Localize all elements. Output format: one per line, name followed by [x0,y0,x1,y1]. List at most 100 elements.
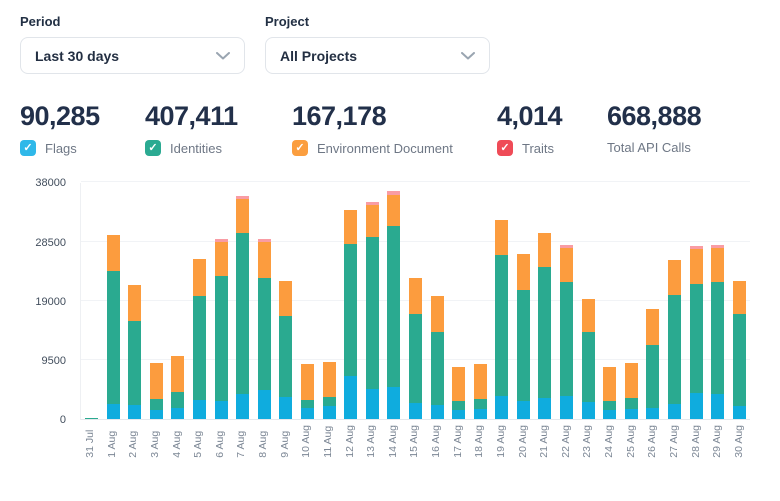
stat-traits: 4,014 ✓ Traits [497,102,607,156]
x-tick-label: 16 Aug [430,425,443,458]
bar-segment-flags [517,401,530,420]
bar-segment-environment-document [582,299,595,332]
usage-dashboard: Period Last 30 days Project All Projects… [0,0,780,458]
bar-24-aug[interactable] [603,367,616,420]
bar-segment-identities [538,267,551,397]
bar-1-aug[interactable] [107,235,120,419]
x-tick-label: 17 Aug [452,425,465,458]
bar-segment-identities [387,226,400,388]
bar-segment-flags [344,376,357,419]
bar-segment-environment-document [517,254,530,289]
bar-segment-flags [323,406,336,420]
bar-segment-flags [431,405,444,419]
bar-13-aug[interactable] [366,202,379,420]
bar-5-aug[interactable] [193,259,206,419]
x-tick-label: 8 Aug [257,425,270,458]
project-label: Project [265,14,490,29]
bar-19-aug[interactable] [495,220,508,419]
chevron-down-icon [461,52,475,60]
bar-segment-identities [215,276,228,401]
bar-segment-identities [85,418,98,419]
environment-document-legend: ✓ Environment Document [292,140,497,156]
bar-segment-identities [560,282,573,397]
bar-segment-environment-document [323,362,336,398]
bar-segment-flags [690,393,703,420]
bar-segment-identities [582,332,595,402]
bar-28-aug[interactable] [690,246,703,420]
bar-10-aug[interactable] [301,364,314,419]
bar-segment-environment-document [215,242,228,276]
bar-segment-environment-document [150,363,163,399]
environment-document-checkbox[interactable]: ✓ [292,140,308,156]
bar-15-aug[interactable] [409,278,422,419]
stat-total-api-calls: 668,888 Total API Calls [607,102,701,156]
bar-16-aug[interactable] [431,296,444,419]
bar-18-aug[interactable] [474,364,487,419]
x-tick-label: 12 Aug [344,425,357,458]
bar-26-aug[interactable] [646,309,659,419]
bar-segment-identities [323,397,336,405]
bar-segment-identities [171,392,184,407]
bar-7-aug[interactable] [236,196,249,420]
x-tick-label: 27 Aug [668,425,681,458]
bar-segment-flags [474,409,487,419]
bar-25-aug[interactable] [625,363,638,420]
bar-2-aug[interactable] [128,285,141,419]
bar-segment-environment-document [495,220,508,255]
bar-segment-environment-document [603,367,616,402]
bar-11-aug[interactable] [323,362,336,420]
bar-22-aug[interactable] [560,245,573,419]
x-tick-label: 4 Aug [171,425,184,458]
period-select[interactable]: Last 30 days [20,37,245,74]
bar-29-aug[interactable] [711,245,724,419]
x-tick-label: 29 Aug [711,425,724,458]
flags-legend: ✓ Flags [20,140,145,156]
chevron-down-icon [216,52,230,60]
x-tick-label: 15 Aug [408,425,421,458]
bar-31-jul[interactable] [85,418,98,419]
bar-segment-identities [193,296,206,400]
x-tick-label: 21 Aug [538,425,551,458]
x-axis: 31 Jul1 Aug2 Aug3 Aug4 Aug5 Aug6 Aug7 Au… [80,425,750,458]
bar-17-aug[interactable] [452,367,465,420]
traits-checkbox[interactable]: ✓ [497,140,513,156]
y-axis: 09500190002850038000 [20,183,72,420]
x-tick-label: 13 Aug [365,425,378,458]
x-tick-label: 19 Aug [495,425,508,458]
identities-checkbox[interactable]: ✓ [145,140,161,156]
bar-segment-flags [733,406,746,420]
bar-segment-identities [236,233,249,395]
bar-segment-environment-document [625,363,638,398]
bar-segment-identities [495,255,508,396]
traits-label: Traits [522,141,554,156]
bar-segment-environment-document [431,296,444,332]
bar-12-aug[interactable] [344,210,357,419]
bar-segment-environment-document [538,233,551,268]
bar-8-aug[interactable] [258,239,271,419]
identities-label: Identities [170,141,222,156]
bar-21-aug[interactable] [538,233,551,420]
bar-9-aug[interactable] [279,281,292,419]
project-select[interactable]: All Projects [265,37,490,74]
x-tick-label: 23 Aug [581,425,594,458]
bar-23-aug[interactable] [582,299,595,419]
y-tick-label: 38000 [20,176,66,190]
bar-14-aug[interactable] [387,191,400,419]
bar-segment-environment-document [107,235,120,271]
bar-27-aug[interactable] [668,260,681,419]
stat-environment-document: 167,178 ✓ Environment Document [292,102,497,156]
x-tick-label: 14 Aug [387,425,400,458]
bar-segment-flags [582,402,595,419]
bar-segment-flags [236,394,249,419]
bar-3-aug[interactable] [150,363,163,419]
bar-30-aug[interactable] [733,281,746,420]
bar-4-aug[interactable] [171,356,184,419]
flags-checkbox[interactable]: ✓ [20,140,36,156]
bar-6-aug[interactable] [215,239,228,419]
x-tick-label: 1 Aug [106,425,119,458]
bar-20-aug[interactable] [517,254,530,419]
bar-segment-identities [431,332,444,405]
bar-segment-identities [301,400,314,407]
bar-segment-identities [711,282,724,394]
bar-segment-identities [474,399,487,409]
